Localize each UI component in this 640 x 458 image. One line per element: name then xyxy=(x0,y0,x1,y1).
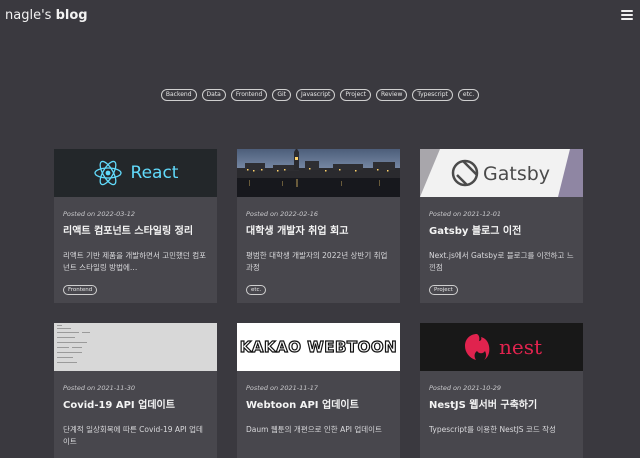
post-thumbnail: nest xyxy=(420,323,583,371)
tag-backend[interactable]: Backend xyxy=(160,89,197,101)
post-thumbnail: KAKAO WEBTOON xyxy=(237,323,400,371)
post-description: Next.js에서 Gatsby로 블로그를 이전하고 느낀점 xyxy=(429,251,574,272)
code-screenshot-image xyxy=(57,325,90,363)
logo-owner: nagle's xyxy=(5,7,52,23)
post-card[interactable]: KAKAO WEBTOON Posted on 2021-11-17 Webto… xyxy=(237,323,400,458)
post-description: Typescript를 이용한 NestJS 코드 작성 xyxy=(429,425,556,434)
tag-typescript[interactable]: Typescript xyxy=(412,89,453,101)
post-description: 단계적 일상회복에 따른 Covid-19 API 업데이트 xyxy=(63,425,203,446)
city-skyline-image xyxy=(237,149,400,197)
post-date: Posted on 2021-12-01 xyxy=(429,210,501,218)
post-title[interactable]: 리액트 컴포넌트 스타일링 정리 xyxy=(63,222,208,237)
nest-logo-icon xyxy=(464,334,490,360)
post-description: 리액트 기반 제품을 개발하면서 고민했던 컴포넌트 스타일링 방법에… xyxy=(63,251,207,272)
post-thumbnail xyxy=(54,323,217,371)
post-date: Posted on 2021-11-17 xyxy=(246,384,318,392)
post-date: Posted on 2022-03-12 xyxy=(63,210,135,218)
thumbnail-text: React xyxy=(130,163,179,183)
site-header: nagle's blog xyxy=(0,0,640,30)
post-date: Posted on 2021-11-30 xyxy=(63,384,135,392)
logo-word: blog xyxy=(55,7,88,23)
menu-icon[interactable] xyxy=(621,10,633,20)
post-thumbnail: Gatsby xyxy=(420,149,583,197)
post-thumbnail: React xyxy=(54,149,217,197)
post-card[interactable]: React Posted on 2022-03-12 리액트 컴포넌트 스타일링… xyxy=(54,149,217,303)
post-date: Posted on 2021-10-29 xyxy=(429,384,501,392)
post-title[interactable]: Gatsby 블로그 이전 xyxy=(429,222,574,237)
post-card[interactable]: Posted on 2021-11-30 Covid-19 API 업데이트 단… xyxy=(54,323,217,458)
post-grid: React Posted on 2022-03-12 리액트 컴포넌트 스타일링… xyxy=(54,149,583,458)
post-tag[interactable]: Project xyxy=(429,285,458,295)
tag-filter-list: Backend Data Frontend Git Javascript Pro… xyxy=(0,89,640,101)
post-thumbnail xyxy=(237,149,400,197)
thumbnail-text: KAKAO WEBTOON xyxy=(239,337,398,356)
post-description: 평범한 대학생 개발자의 2022년 상반기 취업과정 xyxy=(246,251,388,272)
site-logo[interactable]: nagle's blog xyxy=(5,8,88,23)
post-tag[interactable]: Frontend xyxy=(63,285,98,295)
react-logo-icon xyxy=(93,160,122,186)
tag-frontend[interactable]: Frontend xyxy=(230,89,268,101)
tag-etc[interactable]: etc. xyxy=(457,89,480,101)
post-description: Daum 웹툰의 개편으로 인한 API 업데이트 xyxy=(246,425,382,434)
post-card[interactable]: Gatsby Posted on 2021-12-01 Gatsby 블로그 이… xyxy=(420,149,583,303)
post-title[interactable]: Covid-19 API 업데이트 xyxy=(63,396,208,411)
gatsby-banner: Gatsby xyxy=(420,149,583,197)
post-title[interactable]: Webtoon API 업데이트 xyxy=(246,396,391,411)
post-title[interactable]: 대학생 개발자 취업 회고 xyxy=(246,222,391,237)
post-card[interactable]: Posted on 2022-02-16 대학생 개발자 취업 회고 평범한 대… xyxy=(237,149,400,303)
tag-project[interactable]: Project xyxy=(340,89,371,101)
post-card[interactable]: nest Posted on 2021-10-29 NestJS 웹서버 구축하… xyxy=(420,323,583,458)
post-tag[interactable]: etc. xyxy=(246,285,267,295)
tag-javascript[interactable]: Javascript xyxy=(296,89,336,101)
post-date: Posted on 2022-02-16 xyxy=(246,210,318,218)
tag-data[interactable]: Data xyxy=(201,89,226,101)
thumbnail-text: nest xyxy=(498,335,543,359)
post-title[interactable]: NestJS 웹서버 구축하기 xyxy=(429,396,574,411)
svg-text:Gatsby: Gatsby xyxy=(483,163,550,185)
tag-git[interactable]: Git xyxy=(272,89,291,101)
tag-review[interactable]: Review xyxy=(375,89,408,101)
